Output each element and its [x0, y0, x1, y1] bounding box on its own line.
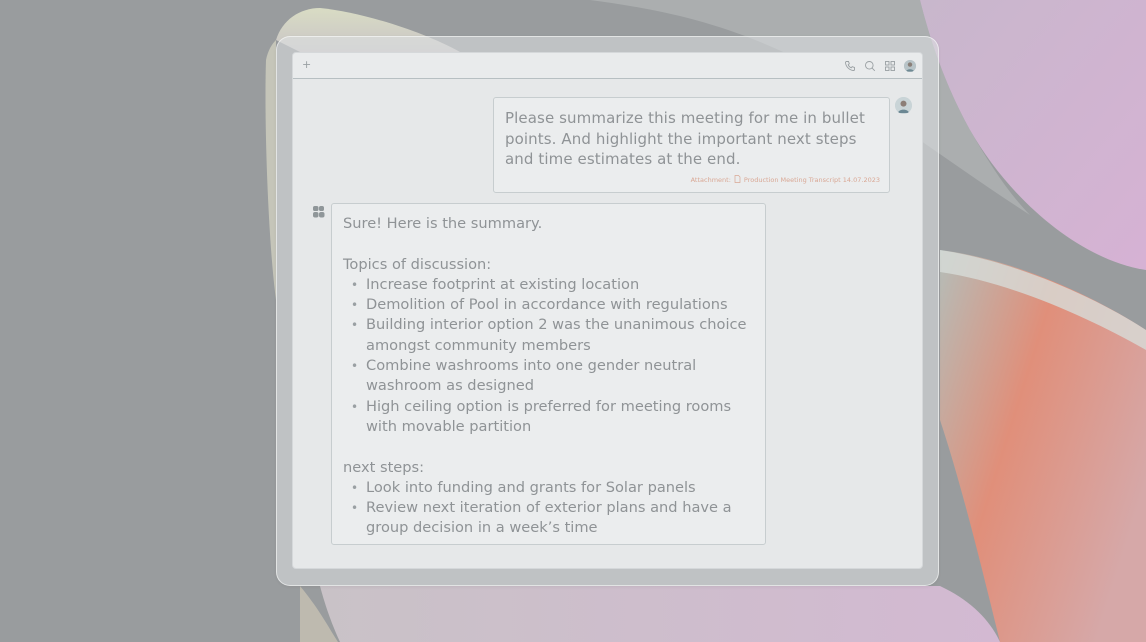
topics-heading: Topics of discussion:	[343, 255, 492, 273]
document-icon	[734, 175, 741, 185]
search-icon[interactable]	[864, 60, 876, 72]
list-item: Demolition of Pool in accordance with re…	[351, 295, 754, 316]
next-steps-heading: next steps:	[343, 458, 425, 476]
attachment-label: Attachment:	[690, 176, 731, 184]
list-item: Review next iteration of exterior plans …	[351, 498, 754, 539]
user-message: Please summarize this meeting for me in …	[493, 97, 890, 193]
toolbar: +	[293, 53, 922, 79]
list-item: High ceiling option is preferred for mee…	[351, 397, 754, 438]
grid-icon[interactable]	[884, 60, 896, 72]
toolbar-actions	[844, 59, 916, 73]
list-item: Look into funding and grants for Solar p…	[351, 478, 754, 499]
user-message-text: Please summarize this meeting for me in …	[505, 109, 865, 168]
topics-list: Increase footprint at existing location …	[343, 275, 754, 437]
assistant-intro: Sure! Here is the summary.	[343, 215, 543, 232]
list-item: Increase footprint at existing location	[351, 275, 754, 296]
list-item: Building interior option 2 was the unani…	[351, 315, 754, 356]
profile-avatar[interactable]	[904, 60, 916, 72]
attachment[interactable]: Attachment: Production Meeting Transcrip…	[691, 175, 880, 185]
list-item: Combine washrooms into one gender neutra…	[351, 356, 754, 397]
assistant-message: Sure! Here is the summary. Topics of dis…	[331, 203, 766, 545]
assistant-logo-icon	[312, 204, 326, 218]
next-steps-list: Look into funding and grants for Solar p…	[343, 478, 754, 539]
user-avatar	[895, 97, 912, 114]
chat-window: + Please summarize this meeting for me i…	[292, 52, 923, 569]
attachment-name[interactable]: Production Meeting Transcript 14.07.2023	[744, 176, 880, 184]
new-chat-button[interactable]: +	[302, 58, 311, 71]
phone-icon[interactable]	[844, 60, 856, 72]
